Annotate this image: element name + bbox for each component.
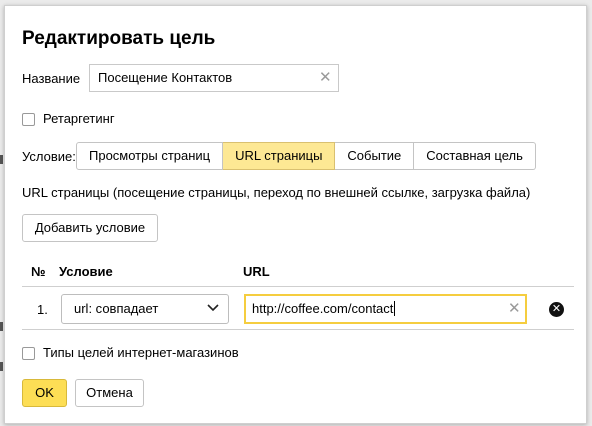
condition-label: Условие:	[22, 149, 76, 164]
clear-icon[interactable]: ✕	[508, 296, 521, 322]
table-header-divider	[22, 286, 574, 287]
condition-description: URL страницы (посещение страницы, перехо…	[22, 185, 531, 200]
column-header-url: URL	[243, 264, 270, 279]
background-fragment	[0, 155, 3, 164]
chevron-down-icon	[207, 304, 219, 312]
tab-url[interactable]: URL страницы	[223, 142, 336, 170]
dialog-title: Редактировать цель	[22, 28, 216, 49]
retargeting-checkbox[interactable]	[22, 113, 35, 126]
table-row-divider	[22, 329, 574, 330]
condition-match-value: url: совпадает	[74, 301, 159, 316]
condition-type-tabs: Просмотры страниц URL страницы Событие С…	[76, 142, 536, 170]
column-header-num: №	[31, 264, 46, 279]
url-input[interactable]: http://coffee.com/contact	[244, 294, 527, 324]
ecommerce-goals-label: Типы целей интернет-магазинов	[43, 345, 239, 360]
row-number: 1.	[37, 302, 48, 317]
remove-condition-icon[interactable]: ✕	[549, 302, 564, 317]
ok-button[interactable]: OK	[22, 379, 67, 407]
edit-goal-dialog: Редактировать цель Название Посещение Ко…	[4, 5, 587, 424]
clear-icon[interactable]: ✕	[319, 65, 332, 91]
goal-name-value: Посещение Контактов	[98, 70, 233, 85]
ecommerce-goals-checkbox[interactable]	[22, 347, 35, 360]
goal-name-input[interactable]: Посещение Контактов	[89, 64, 339, 92]
background-fragment	[0, 362, 3, 371]
url-value: http://coffee.com/contact	[252, 301, 394, 316]
column-header-condition: Условие	[59, 264, 113, 279]
retargeting-label: Ретаргетинг	[43, 111, 115, 126]
name-label: Название	[22, 71, 81, 86]
tab-page-views[interactable]: Просмотры страниц	[76, 142, 224, 170]
condition-match-select[interactable]: url: совпадает	[61, 294, 229, 324]
add-condition-button[interactable]: Добавить условие	[22, 214, 158, 242]
tab-composite-goal[interactable]: Составная цель	[414, 142, 536, 170]
background-fragment	[0, 322, 3, 331]
tab-event[interactable]: Событие	[335, 142, 415, 170]
text-caret	[394, 301, 396, 316]
cancel-button[interactable]: Отмена	[75, 379, 144, 407]
